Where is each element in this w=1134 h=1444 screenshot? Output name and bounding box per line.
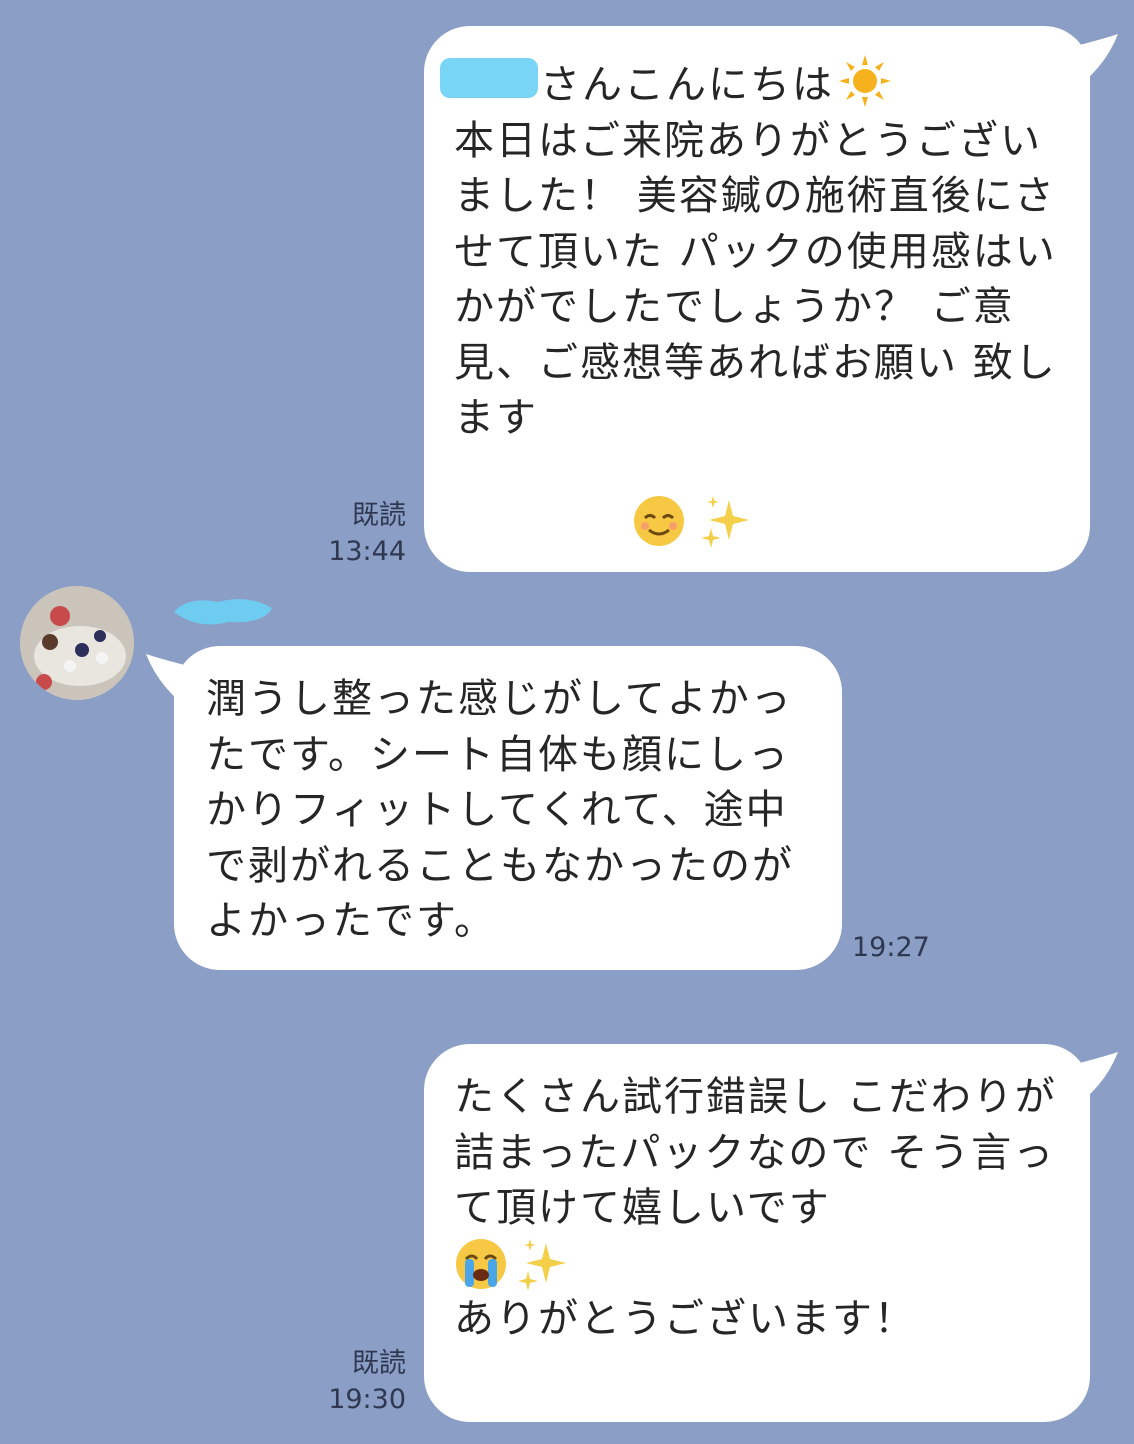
crying-face-emoji-icon bbox=[456, 1238, 506, 1289]
message-body: たくさん試行錯誤し こだわりが詰まったパックなので そう言って頂けて嬉しいです bbox=[454, 1074, 1057, 1231]
message-meta: 既読 19:30 bbox=[300, 1346, 406, 1418]
message-body-end: ありがとうございます！ bbox=[454, 1295, 916, 1342]
avatar-image bbox=[20, 586, 134, 700]
message-meta: 既読 13:44 bbox=[300, 498, 406, 570]
read-receipt: 既読 bbox=[352, 1348, 406, 1379]
message-bubble-incoming[interactable]: 潤うし整った感じがしてよかったです。シート自体も顔にしっかりフィットしてくれて、… bbox=[174, 646, 842, 970]
sparkles-emoji-icon bbox=[701, 496, 750, 548]
message-meta: 19:27 bbox=[852, 930, 942, 966]
contact-avatar[interactable] bbox=[20, 586, 134, 700]
timestamp: 13:44 bbox=[328, 536, 406, 567]
timestamp: 19:27 bbox=[852, 932, 930, 963]
message-text: たくさん試行錯誤し こだわりが詰まったパックなので そう言って頂けて嬉しいですあ… bbox=[454, 1070, 1062, 1347]
message-1-emoji-row bbox=[628, 494, 757, 548]
sparkles-emoji-icon bbox=[518, 1238, 566, 1291]
message-body: 本日はご来院ありがとうございました！ 美容鍼の施術直後にさせて頂いた パックの使… bbox=[454, 117, 1057, 442]
emoji-line bbox=[454, 1237, 1062, 1292]
relieved-face-emoji-icon bbox=[634, 496, 684, 546]
message-bubble-outgoing[interactable]: さんこんにちは 本日はご来院ありがとうございました！ 美容鍼の施術直後にさせて頂… bbox=[424, 26, 1090, 572]
sun-emoji-icon bbox=[839, 55, 891, 107]
greeting-text: さんこんにちは bbox=[540, 62, 834, 108]
timestamp: 19:30 bbox=[328, 1384, 406, 1415]
bubble-tail-left bbox=[146, 654, 204, 714]
bubble-tail-right bbox=[1060, 1052, 1118, 1112]
read-receipt: 既読 bbox=[352, 500, 406, 531]
message-bubble-outgoing[interactable]: たくさん試行錯誤し こだわりが詰まったパックなので そう言って頂けて嬉しいですあ… bbox=[424, 1044, 1090, 1422]
redacted-contact-name bbox=[174, 599, 272, 625]
message-text: さんこんにちは 本日はご来院ありがとうございました！ 美容鍼の施術直後にさせて頂… bbox=[454, 54, 1062, 447]
redacted-name bbox=[440, 58, 538, 98]
message-text: 潤うし整った感じがしてよかったです。シート自体も顔にしっかりフィットしてくれて、… bbox=[206, 676, 794, 944]
bubble-tail-right bbox=[1060, 34, 1118, 94]
